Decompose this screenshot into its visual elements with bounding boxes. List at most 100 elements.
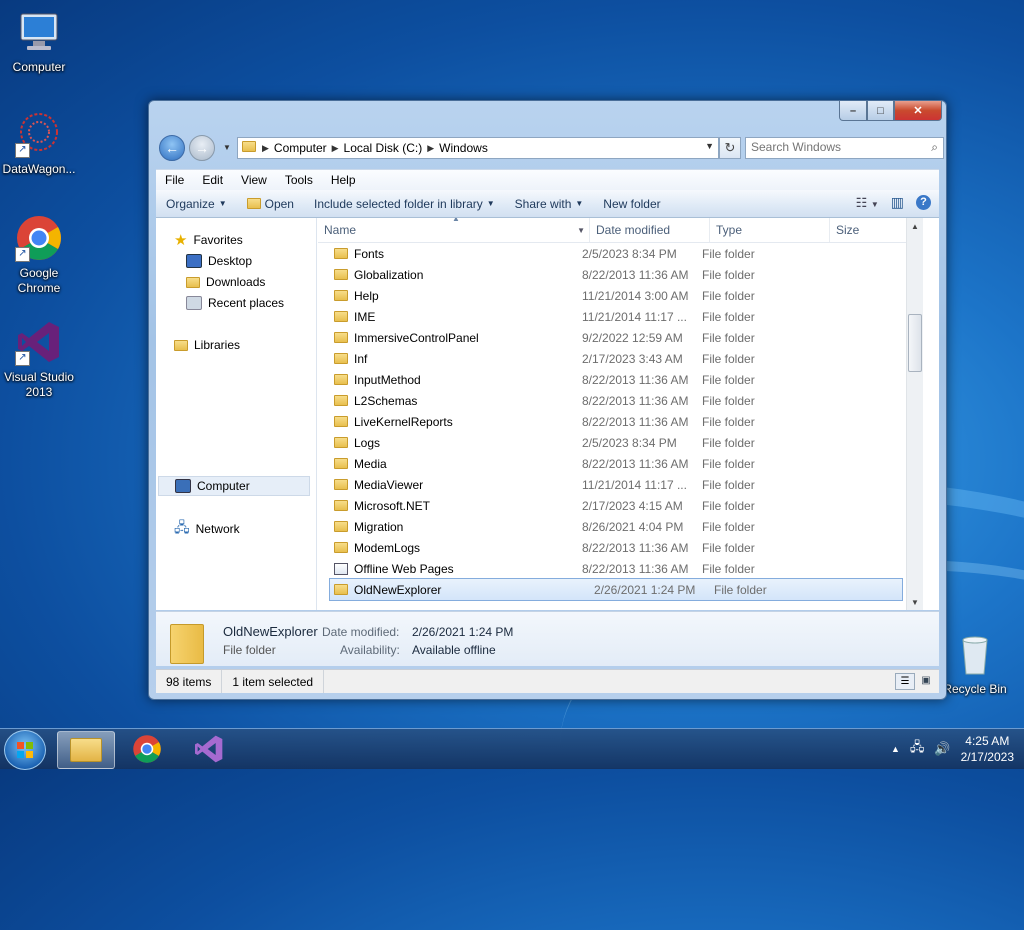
folder-icon <box>334 374 348 385</box>
file-row[interactable]: Inf 2/17/2023 3:43 AM File folder <box>318 348 923 369</box>
taskbar-visual-studio[interactable] <box>181 731 237 767</box>
folder-icon <box>334 416 348 427</box>
taskbar-chrome[interactable] <box>119 731 175 767</box>
volume-icon[interactable]: 🔊 <box>934 741 950 757</box>
file-row[interactable]: Migration 8/26/2021 4:04 PM File folder <box>318 516 923 537</box>
include-in-library-button[interactable]: Include selected folder in library ▼ <box>304 197 505 211</box>
nav-recent-places[interactable]: Recent places <box>186 293 284 313</box>
minimize-button[interactable]: – <box>839 101 867 121</box>
scroll-up-icon[interactable]: ▲ <box>907 218 923 234</box>
breadcrumb-separator-icon: ▶ <box>262 142 269 153</box>
breadcrumb-computer[interactable]: Computer <box>269 141 332 155</box>
help-icon[interactable]: ? <box>916 195 931 210</box>
change-view-icon[interactable]: ☷ ▼ <box>856 195 879 211</box>
folder-icon <box>334 248 348 259</box>
open-button[interactable]: Open <box>237 197 304 211</box>
file-row[interactable]: Help 11/21/2014 3:00 AM File folder <box>318 285 923 306</box>
breadcrumb-windows[interactable]: Windows <box>434 141 493 155</box>
file-row[interactable]: Fonts 2/5/2023 8:34 PM File folder <box>318 243 923 264</box>
desktop-icon-recycle-bin[interactable]: Recycle Bin <box>937 630 1013 697</box>
scroll-down-icon[interactable]: ▼ <box>907 594 923 610</box>
desktop-icon <box>186 254 202 268</box>
file-row[interactable]: Globalization 8/22/2013 11:36 AM File fold… <box>318 264 923 285</box>
file-row[interactable]: LiveKernelReports 8/22/2013 11:36 AM File … <box>318 411 923 432</box>
breadcrumb-separator-icon[interactable]: ▶ <box>427 143 434 154</box>
file-row[interactable]: Offline Web Pages 8/22/2013 11:36 AM File … <box>318 558 923 579</box>
maximize-button[interactable]: □ <box>867 101 894 121</box>
file-row[interactable]: InputMethod 8/22/2013 11:36 AM File folder <box>318 369 923 390</box>
file-row[interactable]: ModemLogs 8/22/2013 11:36 AM File folder <box>318 537 923 558</box>
desktop-icon-computer[interactable]: Computer <box>1 8 77 75</box>
nav-network[interactable]: 🖧 Network <box>174 519 240 539</box>
menu-edit[interactable]: Edit <box>193 173 232 187</box>
start-button[interactable] <box>4 730 46 770</box>
menu-tools[interactable]: Tools <box>276 173 322 187</box>
file-name: ModemLogs <box>354 540 421 555</box>
nav-downloads[interactable]: Downloads <box>186 272 265 292</box>
file-type: File folder <box>702 267 755 282</box>
nav-computer[interactable]: Computer <box>158 476 310 496</box>
share-with-button[interactable]: Share with ▼ <box>505 197 594 211</box>
column-name[interactable]: Name ▲ ▼ <box>318 218 590 242</box>
organize-button[interactable]: Organize ▼ <box>156 197 237 211</box>
file-row[interactable]: L2Schemas 8/22/2013 11:36 AM File folder <box>318 390 923 411</box>
column-filter-icon[interactable]: ▼ <box>577 226 585 235</box>
breadcrumb-local-disk[interactable]: Local Disk (C:) <box>339 141 428 155</box>
details-type: File folder <box>223 643 276 657</box>
close-button[interactable]: ✕ <box>894 101 942 121</box>
file-row[interactable]: ImmersiveControlPanel 9/2/2022 12:59 AM Fi… <box>318 327 923 348</box>
details-view-icon[interactable]: ☰ <box>895 673 915 690</box>
desktop-icon-datawagon[interactable]: ↗ DataWagon... <box>1 110 77 177</box>
command-bar: Organize ▼ Open Include selected folder i… <box>156 190 939 218</box>
large-icons-view-icon[interactable]: ▣ <box>917 673 935 688</box>
search-input[interactable] <box>746 138 926 156</box>
libraries-icon <box>174 339 188 351</box>
nav-favorites[interactable]: ★ Favorites <box>174 230 243 250</box>
recent-places-icon <box>186 296 202 310</box>
status-selection: 1 item selected <box>222 670 325 693</box>
file-date: 8/22/2013 11:36 AM <box>582 540 689 555</box>
recent-pages-dropdown[interactable]: ▼ <box>223 143 231 152</box>
file-type: File folder <box>702 519 755 534</box>
file-name: Fonts <box>354 246 385 261</box>
forward-button[interactable]: → <box>189 135 215 161</box>
breadcrumb-separator-icon[interactable]: ▶ <box>332 143 339 154</box>
details-availability-label: Availability: <box>340 643 400 657</box>
file-row[interactable]: Microsoft.NET 2/17/2023 4:15 AM File folde… <box>318 495 923 516</box>
desktop-icon-visual-studio[interactable]: ↗ Visual Studio 2013 <box>1 318 77 400</box>
nav-label: Network <box>195 522 240 536</box>
file-row[interactable]: Media 8/22/2013 11:36 AM File folder <box>318 453 923 474</box>
taskbar-explorer[interactable] <box>57 731 115 769</box>
nav-desktop[interactable]: Desktop <box>186 251 252 271</box>
menu-help[interactable]: Help <box>322 173 365 187</box>
column-type[interactable]: Type <box>710 218 830 242</box>
menu-file[interactable]: File <box>156 173 193 187</box>
nav-libraries[interactable]: Libraries <box>174 335 240 355</box>
new-folder-button[interactable]: New folder <box>593 197 670 211</box>
search-icon[interactable]: ⌕ <box>931 140 938 155</box>
clock[interactable]: 4:25 AM 2/17/2023 <box>961 733 1014 765</box>
search-box[interactable]: ⌕ <box>745 137 944 159</box>
address-dropdown-icon[interactable]: ▼ <box>705 141 714 151</box>
back-button[interactable]: ← <box>159 135 185 161</box>
scroll-thumb[interactable] <box>908 314 922 372</box>
column-label: Name <box>324 223 357 237</box>
menu-view[interactable]: View <box>232 173 276 187</box>
desktop-icon-chrome[interactable]: ↗ Google Chrome <box>1 214 77 296</box>
visual-studio-icon <box>195 735 223 763</box>
column-label: Size <box>836 223 860 237</box>
column-size[interactable]: Size <box>830 218 910 242</box>
nav-label: Favorites <box>193 233 243 247</box>
folder-icon <box>238 141 256 155</box>
vertical-scrollbar[interactable]: ▲ ▼ <box>906 218 923 610</box>
file-row[interactable]: MediaViewer 11/21/2014 11:17 ... File fold… <box>318 474 923 495</box>
preview-pane-icon[interactable]: ▥ <box>891 194 904 211</box>
column-date[interactable]: Date modified <box>590 218 710 242</box>
refresh-button[interactable]: ↻ <box>719 137 741 159</box>
show-hidden-icons-icon[interactable]: ▲ <box>891 744 900 754</box>
file-row[interactable]: Logs 2/5/2023 8:34 PM File folder <box>318 432 923 453</box>
file-row[interactable]: OldNewExplorer 2/26/2021 1:24 PM File fold… <box>329 578 903 601</box>
address-bar[interactable]: ▶ Computer ▶ Local Disk (C:) ▶ Windows ▼ <box>237 137 719 159</box>
network-status-icon[interactable]: 🖧 <box>910 738 925 760</box>
file-row[interactable]: IME 11/21/2014 11:17 ... File folder <box>318 306 923 327</box>
